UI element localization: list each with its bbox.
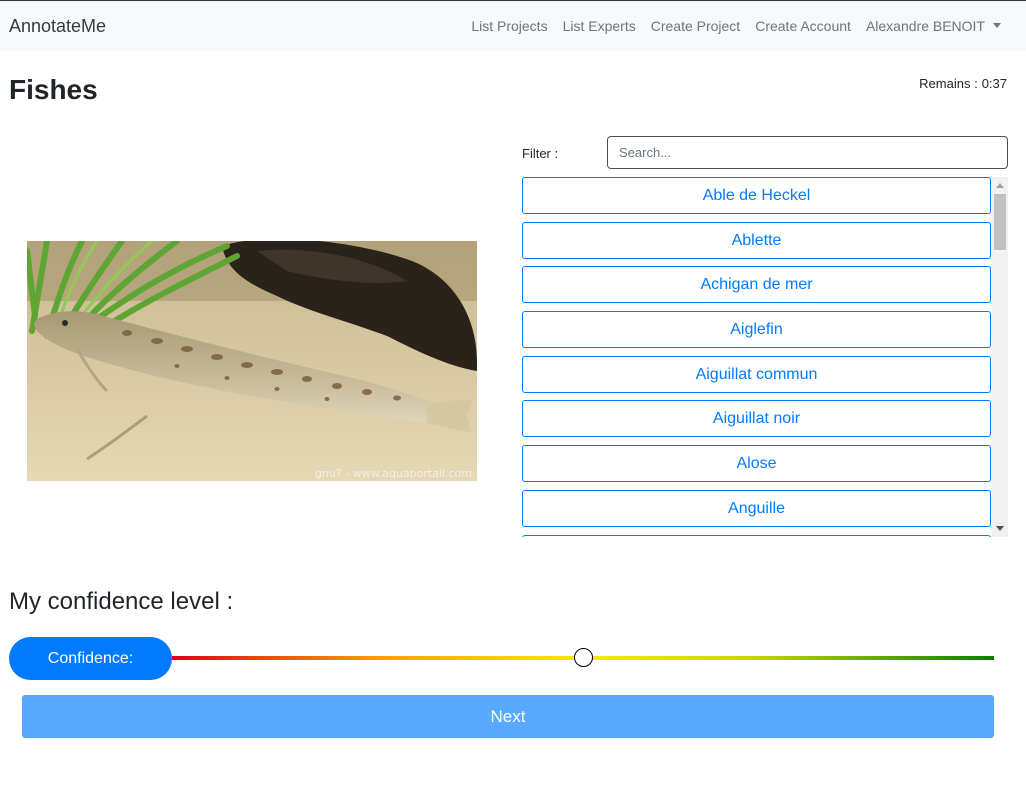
remains-value: 0:37 xyxy=(981,76,1007,91)
chevron-down-icon xyxy=(993,23,1001,28)
species-item[interactable]: Anguille xyxy=(522,490,991,527)
species-item[interactable]: Ablette xyxy=(522,222,991,259)
species-item[interactable]: Able de Heckel xyxy=(522,177,991,214)
scroll-down-icon[interactable] xyxy=(996,526,1004,531)
species-item[interactable]: Aiguillat noir xyxy=(522,400,991,437)
page-title: Fishes xyxy=(9,74,98,105)
nav-create-project[interactable]: Create Project xyxy=(651,18,740,34)
search-input[interactable] xyxy=(607,136,1008,169)
image-watermark: gnu? - www.aquaportail.com xyxy=(315,467,472,480)
species-item[interactable]: Aiguillat commun xyxy=(522,356,991,393)
remains-label: Remains : xyxy=(919,76,978,91)
scroll-thumb[interactable] xyxy=(994,194,1006,250)
next-button[interactable]: Next xyxy=(22,695,994,738)
nav-list-experts[interactable]: List Experts xyxy=(563,18,636,34)
species-item[interactable]: Aiglefin xyxy=(522,311,991,348)
navbar: AnnotateMe List Projects List Experts Cr… xyxy=(0,0,1026,51)
brand-link[interactable]: AnnotateMe xyxy=(9,16,106,37)
filter-label: Filter : xyxy=(522,146,559,161)
user-menu[interactable]: Alexandre BENOIT xyxy=(866,18,1001,34)
species-list: Able de Heckel Ablette Achigan de mer Ai… xyxy=(522,177,992,537)
confidence-label: Confidence: xyxy=(9,637,172,680)
species-item[interactable]: Alose xyxy=(522,445,991,482)
species-list-scrollbar[interactable] xyxy=(992,177,1008,537)
scroll-up-icon[interactable] xyxy=(996,183,1004,188)
remaining-time: Remains :0:37 xyxy=(919,76,1007,91)
species-item-partial[interactable] xyxy=(522,535,991,537)
nav-create-account[interactable]: Create Account xyxy=(755,18,851,34)
nav-list-projects[interactable]: List Projects xyxy=(471,18,547,34)
species-item[interactable]: Achigan de mer xyxy=(522,266,991,303)
nav-links: List Projects List Experts Create Projec… xyxy=(471,18,1001,34)
user-name: Alexandre BENOIT xyxy=(865,18,985,34)
fish-image: gnu? - www.aquaportail.com xyxy=(27,241,477,481)
confidence-slider-thumb[interactable] xyxy=(573,648,593,667)
confidence-heading: My confidence level : xyxy=(9,588,234,615)
